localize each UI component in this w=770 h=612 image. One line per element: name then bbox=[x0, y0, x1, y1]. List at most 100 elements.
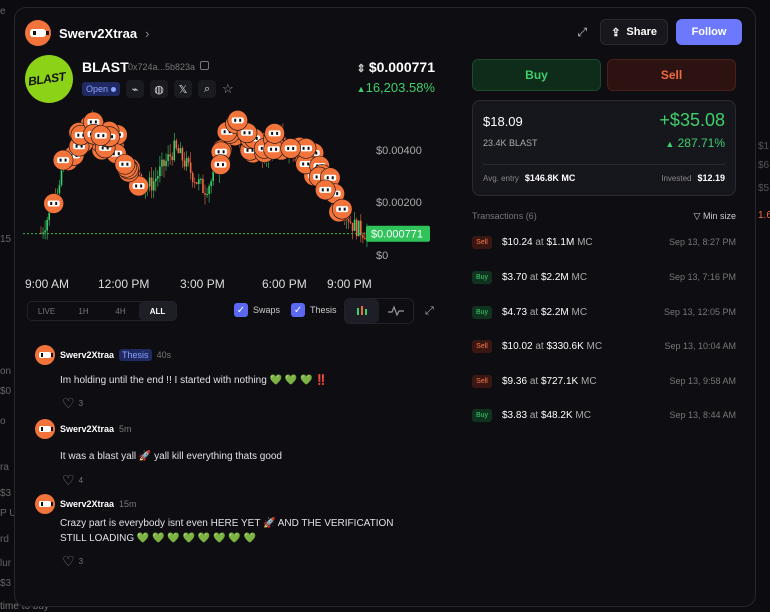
trade-marker-pupil bbox=[117, 152, 120, 156]
candle-body bbox=[152, 181, 155, 191]
token-name: BLAST bbox=[82, 59, 129, 75]
fullscreen-icon[interactable]: ⤢ bbox=[425, 305, 434, 318]
trade-marker-pupil bbox=[336, 192, 339, 196]
candle-body bbox=[150, 177, 153, 191]
time-range-selector: LIVE 1H 4H ALL bbox=[27, 301, 177, 321]
trade-marker-avatar bbox=[114, 153, 136, 175]
candle-body bbox=[175, 140, 178, 149]
range-all[interactable]: ALL bbox=[139, 302, 176, 320]
price-chart-svg[interactable]: $0.000771 $0.00400 $0.00200 $0 9:00 AM 1… bbox=[23, 108, 443, 293]
candle-body bbox=[183, 160, 186, 167]
follow-button[interactable]: Follow bbox=[676, 19, 742, 45]
candle-body bbox=[353, 219, 356, 231]
trade-marker-pupil bbox=[126, 162, 129, 166]
buy-button[interactable]: Buy bbox=[472, 59, 601, 91]
avg-entry: Avg. entry $146.8K MC bbox=[483, 173, 575, 183]
mc-word: MC bbox=[580, 375, 597, 387]
like-button[interactable]: ♡ 4 bbox=[62, 472, 83, 489]
username[interactable]: Swerv2Xtraa bbox=[59, 26, 137, 41]
background-fragment: on bbox=[0, 366, 12, 377]
range-4h[interactable]: 4H bbox=[102, 302, 139, 320]
trade-marker-pupil bbox=[239, 118, 242, 122]
comment-author[interactable]: Swerv2Xtraa bbox=[60, 350, 114, 360]
min-size-label: Min size bbox=[702, 211, 736, 221]
comment-avatar[interactable] bbox=[35, 345, 55, 365]
share-button[interactable]: ⇪ Share bbox=[600, 19, 668, 45]
x-logo-icon[interactable]: 𝕏 bbox=[174, 80, 193, 98]
range-live[interactable]: LIVE bbox=[28, 302, 65, 320]
comment-author[interactable]: Swerv2Xtraa bbox=[60, 499, 114, 509]
trade-marker-pupil bbox=[307, 162, 310, 166]
trade-marker-pupil bbox=[221, 163, 224, 167]
thesis-checkbox[interactable]: ✓ bbox=[291, 303, 306, 317]
at-word: at bbox=[529, 306, 539, 318]
at-word: at bbox=[529, 271, 539, 283]
at-word: at bbox=[535, 340, 544, 352]
sell-button[interactable]: Sell bbox=[607, 59, 736, 91]
candle-body bbox=[173, 140, 176, 161]
transaction-row[interactable]: Sell $10.02 at $330.6K MC Sep 13, 10:04 … bbox=[472, 337, 736, 355]
min-size-filter[interactable]: ▽ Min size bbox=[694, 211, 736, 222]
transaction-row[interactable]: Sell $10.24 at $1.1M MC Sep 13, 8:27 PM bbox=[472, 233, 736, 251]
user-avatar[interactable] bbox=[25, 20, 51, 46]
trade-marker-pupil bbox=[326, 188, 329, 192]
candle-body bbox=[46, 219, 48, 231]
trade-marker-pupil bbox=[302, 146, 305, 150]
token-logo-text: BLAST bbox=[27, 69, 67, 89]
like-button[interactable]: ♡ 3 bbox=[62, 395, 83, 412]
trade-marker-avatar bbox=[43, 193, 65, 214]
line-view-tab[interactable] bbox=[379, 299, 413, 323]
candles-view-tab[interactable] bbox=[345, 299, 379, 323]
comment-author[interactable]: Swerv2Xtraa bbox=[60, 424, 114, 434]
background-fragment: $5 bbox=[758, 183, 770, 194]
transaction-value: $10.02 bbox=[502, 340, 533, 352]
transaction-row[interactable]: Buy $3.83 at $48.2K MC Sep 13, 8:44 AM bbox=[472, 406, 736, 424]
search-icon[interactable]: ⌕ bbox=[198, 80, 217, 98]
range-1h[interactable]: 1H bbox=[65, 302, 102, 320]
background-fragment: $0 bbox=[0, 386, 12, 397]
comment-avatar[interactable] bbox=[35, 494, 55, 514]
trade-marker-pupil bbox=[270, 147, 273, 151]
x-tick-label: 3:00 PM bbox=[180, 277, 225, 291]
trade-marker-face bbox=[132, 182, 145, 189]
candle-body bbox=[191, 172, 194, 182]
transaction-row[interactable]: Sell $9.36 at $727.1K MC Sep 13, 9:58 AM bbox=[472, 372, 736, 390]
expand-icon[interactable]: ⤢ bbox=[572, 22, 592, 42]
transaction-row[interactable]: Buy $3.70 at $2.2M MC Sep 13, 7:16 PM bbox=[472, 268, 736, 286]
comment-avatar[interactable] bbox=[35, 419, 55, 439]
like-button[interactable]: ♡ 3 bbox=[62, 553, 83, 570]
token-price-value: $0.000771 bbox=[368, 59, 435, 75]
globe-icon[interactable]: ◍ bbox=[150, 80, 169, 98]
transaction-value: $3.70 bbox=[502, 271, 528, 283]
candle-body bbox=[179, 148, 182, 154]
swaps-checkbox[interactable]: ✓ bbox=[234, 303, 248, 317]
comment-text: It was a blast yall 🚀 yall kill everythi… bbox=[60, 451, 282, 462]
chevron-right-icon[interactable]: › bbox=[145, 26, 149, 41]
trade-marker-pupil bbox=[121, 162, 124, 166]
comment-header: Swerv2Xtraa 5m bbox=[35, 419, 132, 439]
transaction-row[interactable]: Buy $4.73 at $2.2M MC Sep 13, 12:05 PM bbox=[472, 303, 736, 321]
trade-marker-pupil bbox=[260, 146, 263, 150]
at-word: at bbox=[529, 409, 539, 421]
trade-marker-pupil bbox=[234, 118, 237, 122]
star-icon[interactable]: ☆ bbox=[222, 81, 234, 97]
background-left-column: e 15 on $0 o ra P U rd $3 lur $3 bbox=[0, 0, 17, 612]
transactions-title: Transactions (6) bbox=[472, 211, 537, 221]
current-price-label: $0.000771 bbox=[371, 229, 423, 241]
trade-marker-face bbox=[47, 200, 60, 207]
transaction-mc: $48.2K bbox=[540, 409, 573, 421]
comment-time: 5m bbox=[119, 424, 132, 434]
trade-marker-face bbox=[94, 132, 107, 139]
candle-body bbox=[159, 166, 161, 177]
pill-icon[interactable]: ⌁ bbox=[126, 80, 145, 98]
background-fragment: e bbox=[0, 6, 6, 17]
trade-marker-pupil bbox=[326, 176, 329, 180]
trade-marker-pupil bbox=[307, 146, 310, 150]
price-chart[interactable]: $0.000771 $0.00400 $0.00200 $0 9:00 AM 1… bbox=[23, 108, 443, 293]
trade-marker-pupil bbox=[217, 150, 220, 154]
transaction-value: $4.73 bbox=[502, 306, 528, 318]
mc-word: MC bbox=[571, 271, 588, 283]
trade-marker-pupil bbox=[246, 148, 249, 152]
copy-icon[interactable] bbox=[200, 61, 209, 70]
transaction-value: $3.83 bbox=[502, 409, 528, 421]
